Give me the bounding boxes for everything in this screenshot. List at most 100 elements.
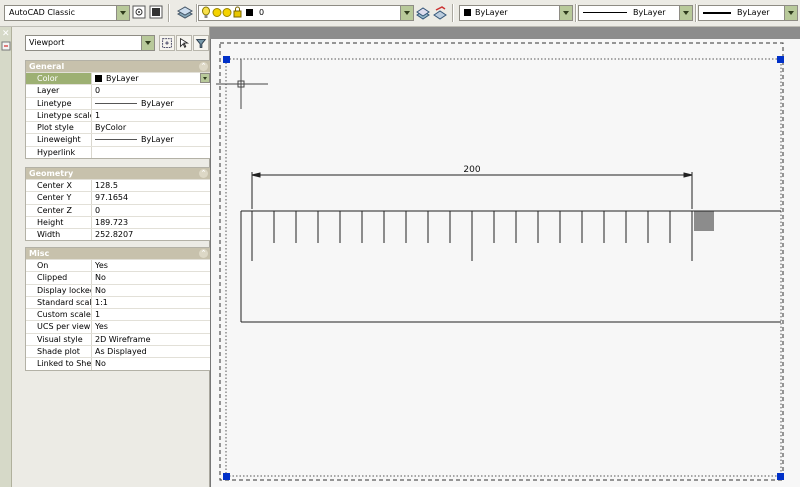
collapse-icon[interactable]: ⌃ — [199, 249, 208, 258]
palette-titlebar[interactable]: ✕ — [0, 27, 12, 487]
property-row-color[interactable]: Color ByLayer — [26, 72, 211, 85]
property-row-visual-style[interactable]: Visual style 2D Wireframe — [26, 332, 211, 346]
chevron-down-icon[interactable] — [679, 6, 692, 20]
property-value[interactable]: ByLayer — [92, 73, 211, 84]
property-value[interactable]: Yes — [92, 321, 211, 332]
section-title: General — [29, 62, 65, 71]
toggle-pickadd-icon[interactable] — [193, 35, 209, 51]
viewport-grip[interactable] — [777, 473, 784, 480]
make-current-icon[interactable] — [416, 5, 430, 20]
property-row-clipped[interactable]: Clipped No — [26, 271, 211, 284]
layer-combo[interactable]: 0 — [198, 5, 414, 21]
close-icon[interactable]: ✕ — [2, 29, 10, 39]
property-value[interactable]: Yes — [92, 260, 211, 271]
property-value[interactable]: 1 — [92, 309, 211, 320]
property-value[interactable]: ByLayer — [92, 98, 211, 109]
property-value[interactable]: 1 — [92, 110, 211, 121]
workspace-props-icon[interactable] — [149, 5, 163, 20]
chevron-down-icon[interactable] — [116, 6, 129, 20]
property-row-center-z[interactable]: Center Z 0 — [26, 203, 211, 216]
selection-combo[interactable]: Viewport — [25, 35, 155, 51]
property-name: Color — [26, 73, 92, 85]
property-value[interactable]: 1:1 — [92, 297, 211, 308]
property-value[interactable]: 189.723 — [92, 217, 211, 228]
property-row-linetype[interactable]: Linetype ByLayer — [26, 96, 211, 109]
property-value[interactable] — [92, 147, 211, 158]
property-name: Custom scale — [26, 309, 92, 321]
color-combo[interactable]: ByLayer — [459, 5, 573, 21]
viewport-grip[interactable] — [223, 473, 230, 480]
property-row-width[interactable]: Width 252.8207 — [26, 228, 211, 241]
property-row-custom-scale[interactable]: Custom scale 1 — [26, 308, 211, 321]
chevron-down-icon[interactable] — [559, 6, 572, 20]
linear-dimension[interactable] — [251, 172, 693, 209]
viewport-grip[interactable] — [223, 56, 230, 63]
property-value[interactable]: No — [92, 272, 211, 283]
property-row-lineweight[interactable]: Lineweight ByLayer — [26, 133, 211, 146]
general-section: General ⌃ Color ByLayer Layer 0 Linetype… — [25, 60, 212, 160]
property-value[interactable]: 0 — [92, 205, 211, 216]
property-name: Linetype — [26, 97, 92, 109]
property-value[interactable]: ByColor — [92, 122, 211, 133]
property-name: Layer — [26, 85, 92, 97]
toolbar-separator — [452, 4, 454, 22]
workspace-settings-icon[interactable] — [132, 5, 146, 20]
property-row-on[interactable]: On Yes — [26, 259, 211, 272]
drawing-area[interactable]: 200 — [210, 27, 800, 487]
chevron-down-icon[interactable] — [400, 6, 413, 20]
property-value[interactable]: 0 — [92, 85, 211, 96]
property-value[interactable]: 128.5 — [92, 180, 211, 191]
toolbar-separator — [695, 4, 697, 22]
property-row-height[interactable]: Height 189.723 — [26, 215, 211, 229]
general-section-header[interactable]: General ⌃ — [26, 61, 211, 72]
lineweight-sample — [95, 139, 137, 141]
auto-hide-icon[interactable] — [1, 41, 11, 51]
property-name: Lineweight — [26, 134, 92, 146]
property-value[interactable]: 252.8207 — [92, 229, 211, 240]
linetype-sample — [583, 12, 627, 13]
property-row-linetype-scale[interactable]: Linetype scale 1 — [26, 108, 211, 122]
quick-select-icon[interactable] — [159, 35, 175, 51]
collapse-icon[interactable]: ⌃ — [199, 169, 208, 178]
property-value-text: ByLayer — [141, 98, 174, 108]
workspace-combo[interactable]: AutoCAD Classic — [4, 5, 130, 21]
geometry-section-header[interactable]: Geometry ⌃ — [26, 168, 211, 179]
property-row-standard-scale[interactable]: Standard scale 1:1 — [26, 295, 211, 309]
property-value[interactable]: As Displayed — [92, 346, 211, 357]
linetype-combo[interactable]: ByLayer — [578, 5, 693, 21]
property-row-ucs-per-viewport[interactable]: UCS per viewport Yes — [26, 320, 211, 333]
property-row-shade-plot[interactable]: Shade plot As Displayed — [26, 345, 211, 358]
property-row-center-x[interactable]: Center X 128.5 — [26, 179, 211, 192]
chevron-down-icon[interactable] — [200, 73, 210, 83]
property-value[interactable]: No — [92, 285, 211, 296]
section-title: Geometry — [29, 169, 74, 178]
property-value[interactable]: 2D Wireframe — [92, 334, 211, 345]
property-value[interactable]: No — [92, 358, 211, 369]
misc-section-header[interactable]: Misc ⌃ — [26, 248, 211, 259]
drawing-canvas[interactable]: 200 — [211, 39, 800, 487]
property-name: Width — [26, 229, 92, 241]
property-row-display-locked[interactable]: Display locked No — [26, 283, 211, 296]
property-row-linked-to-sheet[interactable]: Linked to Sheet… No — [26, 357, 211, 370]
layer-manager-icon[interactable] — [176, 5, 194, 20]
property-name: Visual style — [26, 333, 92, 346]
paper-space[interactable]: 200 — [210, 39, 800, 487]
collapse-icon[interactable]: ⌃ — [199, 62, 208, 71]
layer-color-swatch — [246, 9, 253, 16]
layer-previous-icon[interactable] — [433, 5, 447, 20]
property-row-hyperlink[interactable]: Hyperlink — [26, 145, 211, 159]
viewport-border[interactable] — [225, 58, 782, 477]
chevron-down-icon[interactable] — [141, 36, 154, 50]
chevron-down-icon[interactable] — [784, 6, 797, 20]
property-row-center-y[interactable]: Center Y 97.1654 — [26, 191, 211, 204]
select-objects-icon[interactable] — [176, 35, 192, 51]
property-value[interactable]: ByLayer — [92, 134, 211, 145]
printable-area-border — [219, 42, 784, 481]
property-row-plot-style[interactable]: Plot style ByColor — [26, 121, 211, 134]
property-value[interactable]: 97.1654 — [92, 192, 211, 203]
viewport-grip[interactable] — [777, 56, 784, 63]
property-name: Plot style — [26, 122, 92, 134]
lineweight-combo[interactable]: ByLayer — [698, 5, 798, 21]
property-row-layer[interactable]: Layer 0 — [26, 84, 211, 97]
ruler-drawing — [240, 210, 781, 323]
